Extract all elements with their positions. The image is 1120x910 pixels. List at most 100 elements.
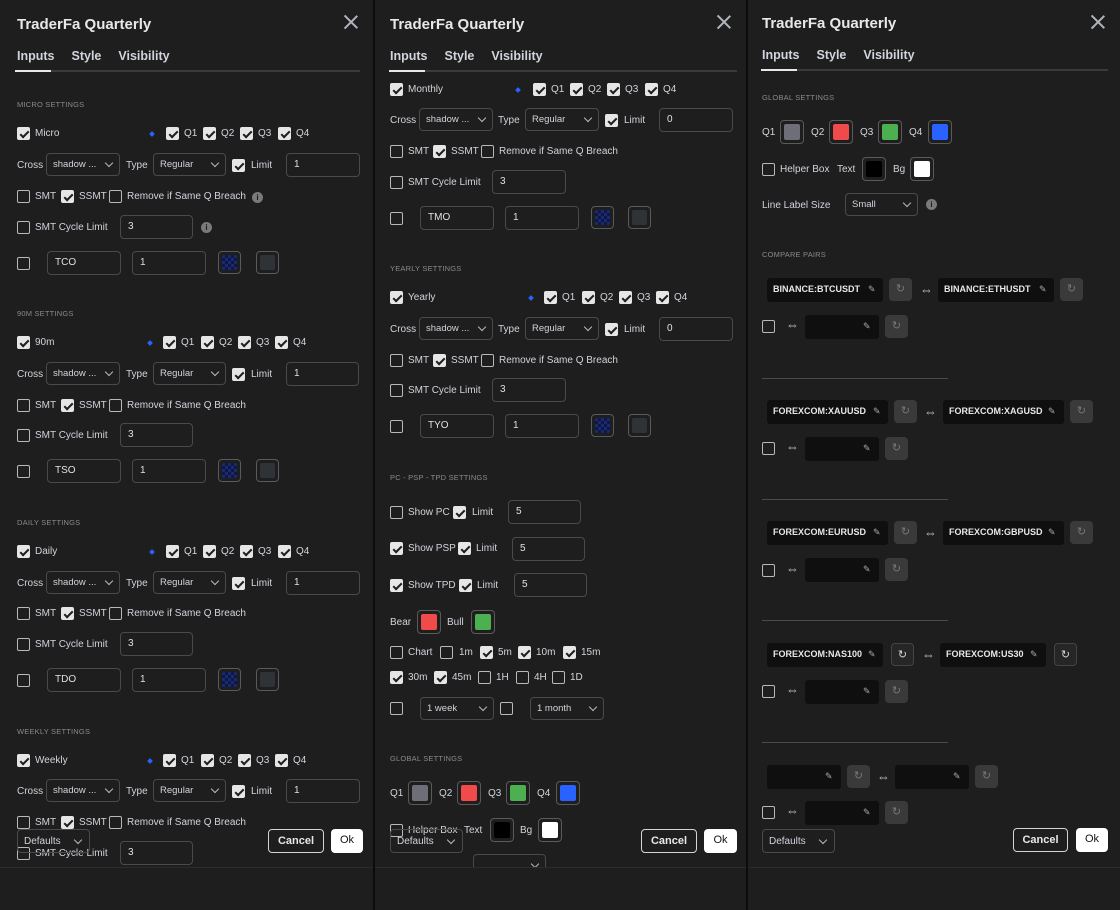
- color-swatch[interactable]: [591, 414, 614, 437]
- tf-15m-checkbox[interactable]: [563, 646, 576, 659]
- limit-input[interactable]: 0: [659, 108, 733, 132]
- pair-checkbox[interactable]: [762, 564, 775, 577]
- q1-color-swatch[interactable]: [408, 781, 432, 805]
- inputs-scroll-area[interactable]: Monthly Q1 Q2 Q3 Q4 Cross shadow ... Typ…: [375, 73, 746, 867]
- tso-value-input[interactable]: 1: [132, 459, 206, 483]
- line-label-size-select[interactable]: Small: [845, 193, 918, 216]
- tco-value-input[interactable]: 1: [132, 251, 206, 275]
- reset-icon[interactable]: ↻: [891, 643, 914, 666]
- reset-icon[interactable]: ↻: [885, 558, 908, 581]
- q3-color-swatch[interactable]: [878, 120, 902, 144]
- ssmt-checkbox[interactable]: [433, 145, 446, 158]
- smt-cycle-input[interactable]: 3: [492, 170, 566, 194]
- show-psp-checkbox[interactable]: [390, 542, 403, 555]
- smt-cycle-input[interactable]: 3: [492, 378, 566, 402]
- pencil-icon[interactable]: ✎: [1039, 285, 1048, 294]
- bg-color-swatch[interactable]: [538, 818, 562, 842]
- q2-checkbox[interactable]: [203, 545, 216, 558]
- reset-icon[interactable]: ↻: [894, 521, 917, 544]
- tdo-text-input[interactable]: TDO: [47, 668, 121, 692]
- remove-breach-checkbox[interactable]: [109, 399, 122, 412]
- remove-breach-checkbox[interactable]: [109, 816, 122, 829]
- pair-checkbox[interactable]: [762, 685, 775, 698]
- daily-checkbox[interactable]: [17, 545, 30, 558]
- cancel-button[interactable]: Cancel: [641, 829, 697, 853]
- pencil-icon[interactable]: ✎: [863, 808, 872, 817]
- close-icon[interactable]: [1090, 14, 1106, 30]
- limit-input[interactable]: 1: [286, 153, 360, 177]
- smt-checkbox[interactable]: [17, 399, 30, 412]
- tyo-value-input[interactable]: 1: [505, 414, 579, 438]
- remove-breach-checkbox[interactable]: [481, 145, 494, 158]
- reset-icon[interactable]: ↻: [885, 437, 908, 460]
- symbol-b[interactable]: FOREXCOM:XAGUSD: [943, 400, 1064, 424]
- color-swatch[interactable]: [218, 459, 241, 482]
- cancel-button[interactable]: Cancel: [1013, 828, 1068, 852]
- ok-button[interactable]: Ok: [1076, 828, 1108, 852]
- symbol-b[interactable]: BINANCE:ETHUSDT: [938, 278, 1054, 302]
- q3-checkbox[interactable]: [240, 545, 253, 558]
- cross-select[interactable]: shadow ...: [419, 108, 493, 131]
- reset-icon[interactable]: ↻: [894, 400, 917, 423]
- pencil-icon[interactable]: ✎: [863, 687, 872, 696]
- tso-text-input[interactable]: TSO: [47, 459, 121, 483]
- tab-inputs[interactable]: Inputs: [390, 49, 428, 63]
- inputs-scroll-area[interactable]: GLOBAL SETTINGS Q1 Q2 Q3 Q4 Helper Box T…: [748, 73, 1120, 867]
- q3-checkbox[interactable]: [238, 336, 251, 349]
- smt-checkbox[interactable]: [390, 354, 403, 367]
- tso-checkbox[interactable]: [17, 465, 30, 478]
- color-swatch[interactable]: [628, 414, 651, 437]
- reset-icon[interactable]: ↻: [847, 765, 870, 788]
- pencil-icon[interactable]: ✎: [863, 444, 872, 453]
- q4-color-swatch[interactable]: [556, 781, 580, 805]
- show-tpd-checkbox[interactable]: [390, 579, 403, 592]
- yearly-checkbox[interactable]: [390, 291, 403, 304]
- q4-checkbox[interactable]: [645, 83, 658, 96]
- color-swatch[interactable]: [218, 668, 241, 691]
- type-select[interactable]: Regular: [525, 317, 599, 340]
- q3-color-swatch[interactable]: [506, 781, 530, 805]
- q3-checkbox[interactable]: [238, 754, 251, 767]
- pair-checkbox[interactable]: [762, 442, 775, 455]
- reset-icon[interactable]: ↻: [885, 315, 908, 338]
- pencil-icon[interactable]: ✎: [863, 322, 872, 331]
- limit-input[interactable]: 1: [286, 362, 359, 386]
- remove-breach-checkbox[interactable]: [109, 607, 122, 620]
- q4-checkbox[interactable]: [278, 127, 291, 140]
- monthly-checkbox[interactable]: [390, 83, 403, 96]
- tab-style[interactable]: Style: [72, 49, 102, 63]
- cancel-button[interactable]: Cancel: [268, 829, 324, 853]
- tab-inputs[interactable]: Inputs: [762, 48, 800, 62]
- tyo-text-input[interactable]: TYO: [420, 414, 494, 438]
- htf2-checkbox[interactable]: [500, 702, 513, 715]
- smt-cycle-checkbox[interactable]: [17, 638, 30, 651]
- tf-1d-checkbox[interactable]: [552, 671, 565, 684]
- ssmt-checkbox[interactable]: [61, 190, 74, 203]
- tpd-limit-input[interactable]: 5: [514, 573, 587, 597]
- limit-input[interactable]: 1: [286, 571, 360, 595]
- text-color-swatch[interactable]: [862, 157, 886, 181]
- info-icon[interactable]: i: [926, 199, 937, 210]
- symbol-a[interactable]: FOREXCOM:XAUUSD: [767, 400, 888, 424]
- cross-select[interactable]: shadow ...: [46, 153, 120, 176]
- q1-color-swatch[interactable]: [780, 120, 804, 144]
- cross-select[interactable]: shadow ...: [46, 362, 120, 385]
- q4-checkbox[interactable]: [275, 336, 288, 349]
- q1-checkbox[interactable]: [166, 127, 179, 140]
- tdo-value-input[interactable]: 1: [132, 668, 206, 692]
- pc-limit-checkbox[interactable]: [453, 506, 466, 519]
- reset-icon[interactable]: ↻: [1070, 400, 1093, 423]
- info-icon[interactable]: i: [201, 222, 212, 233]
- tf-4h-checkbox[interactable]: [516, 671, 529, 684]
- tab-style[interactable]: Style: [445, 49, 475, 63]
- weekly-checkbox[interactable]: [17, 754, 30, 767]
- limit-input[interactable]: 1: [286, 779, 360, 803]
- bull-color-swatch[interactable]: [471, 610, 495, 634]
- color-swatch[interactable]: [591, 206, 614, 229]
- pencil-icon[interactable]: ✎: [868, 650, 877, 659]
- remove-breach-checkbox[interactable]: [481, 354, 494, 367]
- remove-breach-checkbox[interactable]: [109, 190, 122, 203]
- reset-icon[interactable]: ↻: [975, 765, 998, 788]
- info-icon[interactable]: i: [252, 192, 263, 203]
- pencil-icon[interactable]: ✎: [1030, 650, 1039, 659]
